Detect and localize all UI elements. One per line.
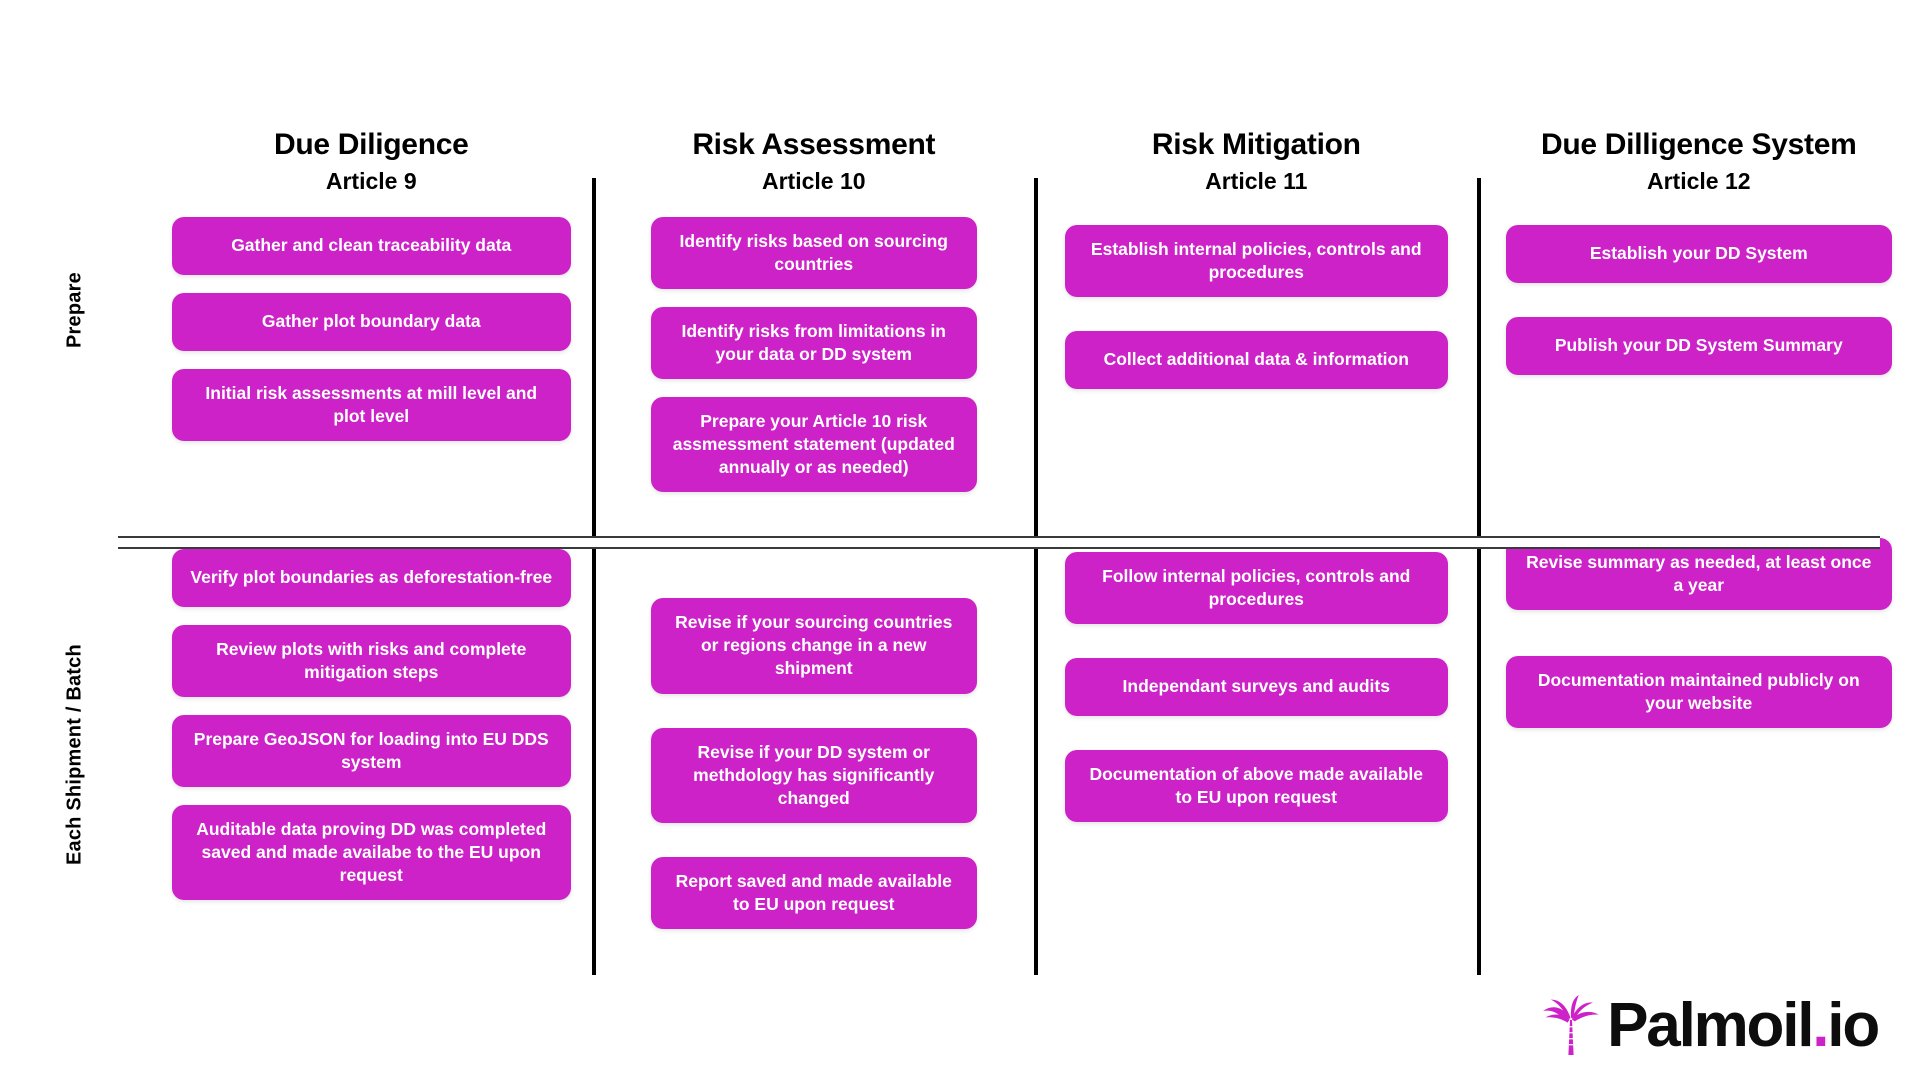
prepare-card-stack: Establish internal policies, controls an… — [1035, 224, 1478, 407]
task-card[interactable]: Gather and clean traceability data — [172, 216, 571, 275]
logo-name: Palmoil — [1607, 991, 1814, 1060]
task-card[interactable]: Identify risks from limitations in your … — [650, 306, 977, 379]
task-card[interactable]: Initial risk assessments at mill level a… — [172, 368, 571, 441]
task-card[interactable]: Gather plot boundary data — [172, 292, 571, 351]
column-article: Article 12 — [1646, 167, 1751, 194]
palmoil-io-logo: Palmoil . io — [1539, 991, 1880, 1060]
column-article: Article 11 — [1205, 167, 1308, 194]
column-header: Due Dilligence System Article 12 — [1478, 128, 1920, 195]
task-card[interactable]: Publish your DD System Summary — [1505, 316, 1892, 375]
task-card[interactable]: Verify plot boundaries as deforestation-… — [172, 548, 571, 607]
shipment-card-stack: Revise summary as needed, at least once … — [1478, 537, 1920, 746]
task-card[interactable]: Review plots with risks and complete mit… — [172, 624, 571, 697]
column-article: Article 10 — [761, 167, 866, 194]
dd-requirements-matrix: Prepare Each Shipment / Batch Due Dilige… — [0, 0, 1920, 1080]
task-card[interactable]: Establish your DD System — [1505, 224, 1892, 283]
column-header: Risk Assessment Article 10 — [593, 128, 1036, 195]
task-card[interactable]: Independant surveys and audits — [1065, 657, 1448, 716]
prepare-card-stack: Establish your DD System Publish your DD… — [1478, 224, 1920, 393]
column-article: Article 9 — [325, 167, 417, 194]
column-title: Risk Mitigation — [1151, 128, 1361, 161]
row-divider — [118, 536, 1880, 549]
task-card[interactable]: Auditable data proving DD was completed … — [172, 805, 571, 901]
task-card[interactable]: Collect additional data & information — [1065, 330, 1448, 389]
task-card[interactable]: Follow internal policies, controls and p… — [1065, 551, 1448, 624]
column-header: Risk Mitigation Article 11 — [1035, 128, 1478, 195]
shipment-card-stack: Verify plot boundaries as deforestation-… — [150, 548, 593, 919]
task-card[interactable]: Documentation maintained publicly on you… — [1505, 655, 1892, 728]
column-header: Due Diligence Article 9 — [150, 128, 593, 195]
task-card[interactable]: Prepare your Article 10 risk assmessment… — [650, 396, 977, 493]
task-card[interactable]: Establish internal policies, controls an… — [1065, 224, 1448, 297]
prepare-card-stack: Identify risks based on sourcing countri… — [593, 216, 1036, 511]
logo-tld: io — [1827, 991, 1880, 1060]
task-card[interactable]: Report saved and made available to EU up… — [650, 856, 977, 929]
row-label-prepare: Prepare — [63, 272, 86, 348]
palm-tree-icon — [1543, 995, 1600, 1055]
logo-wordmark: Palmoil . io — [1607, 991, 1880, 1060]
column-title: Due Dilligence System — [1541, 128, 1857, 161]
shipment-card-stack: Follow internal policies, controls and p… — [1035, 551, 1478, 840]
row-label-each-shipment-batch: Each Shipment / Batch — [63, 644, 86, 866]
task-card[interactable]: Revise if your DD system or methdology h… — [650, 727, 977, 823]
task-card[interactable]: Documentation of above made available to… — [1065, 749, 1448, 823]
prepare-card-stack: Gather and clean traceability data Gathe… — [150, 216, 593, 459]
column-title: Due Diligence — [274, 128, 469, 161]
task-card[interactable]: Prepare GeoJSON for loading into EU DDS … — [172, 714, 571, 788]
logo-dot: . — [1812, 991, 1829, 1060]
shipment-card-stack: Revise if your sourcing countries or reg… — [593, 598, 1036, 947]
task-card[interactable]: Revise if your sourcing countries or reg… — [650, 598, 977, 694]
task-card[interactable]: Identify risks based on sourcing countri… — [650, 216, 977, 289]
column-title: Risk Assessment — [692, 128, 936, 161]
